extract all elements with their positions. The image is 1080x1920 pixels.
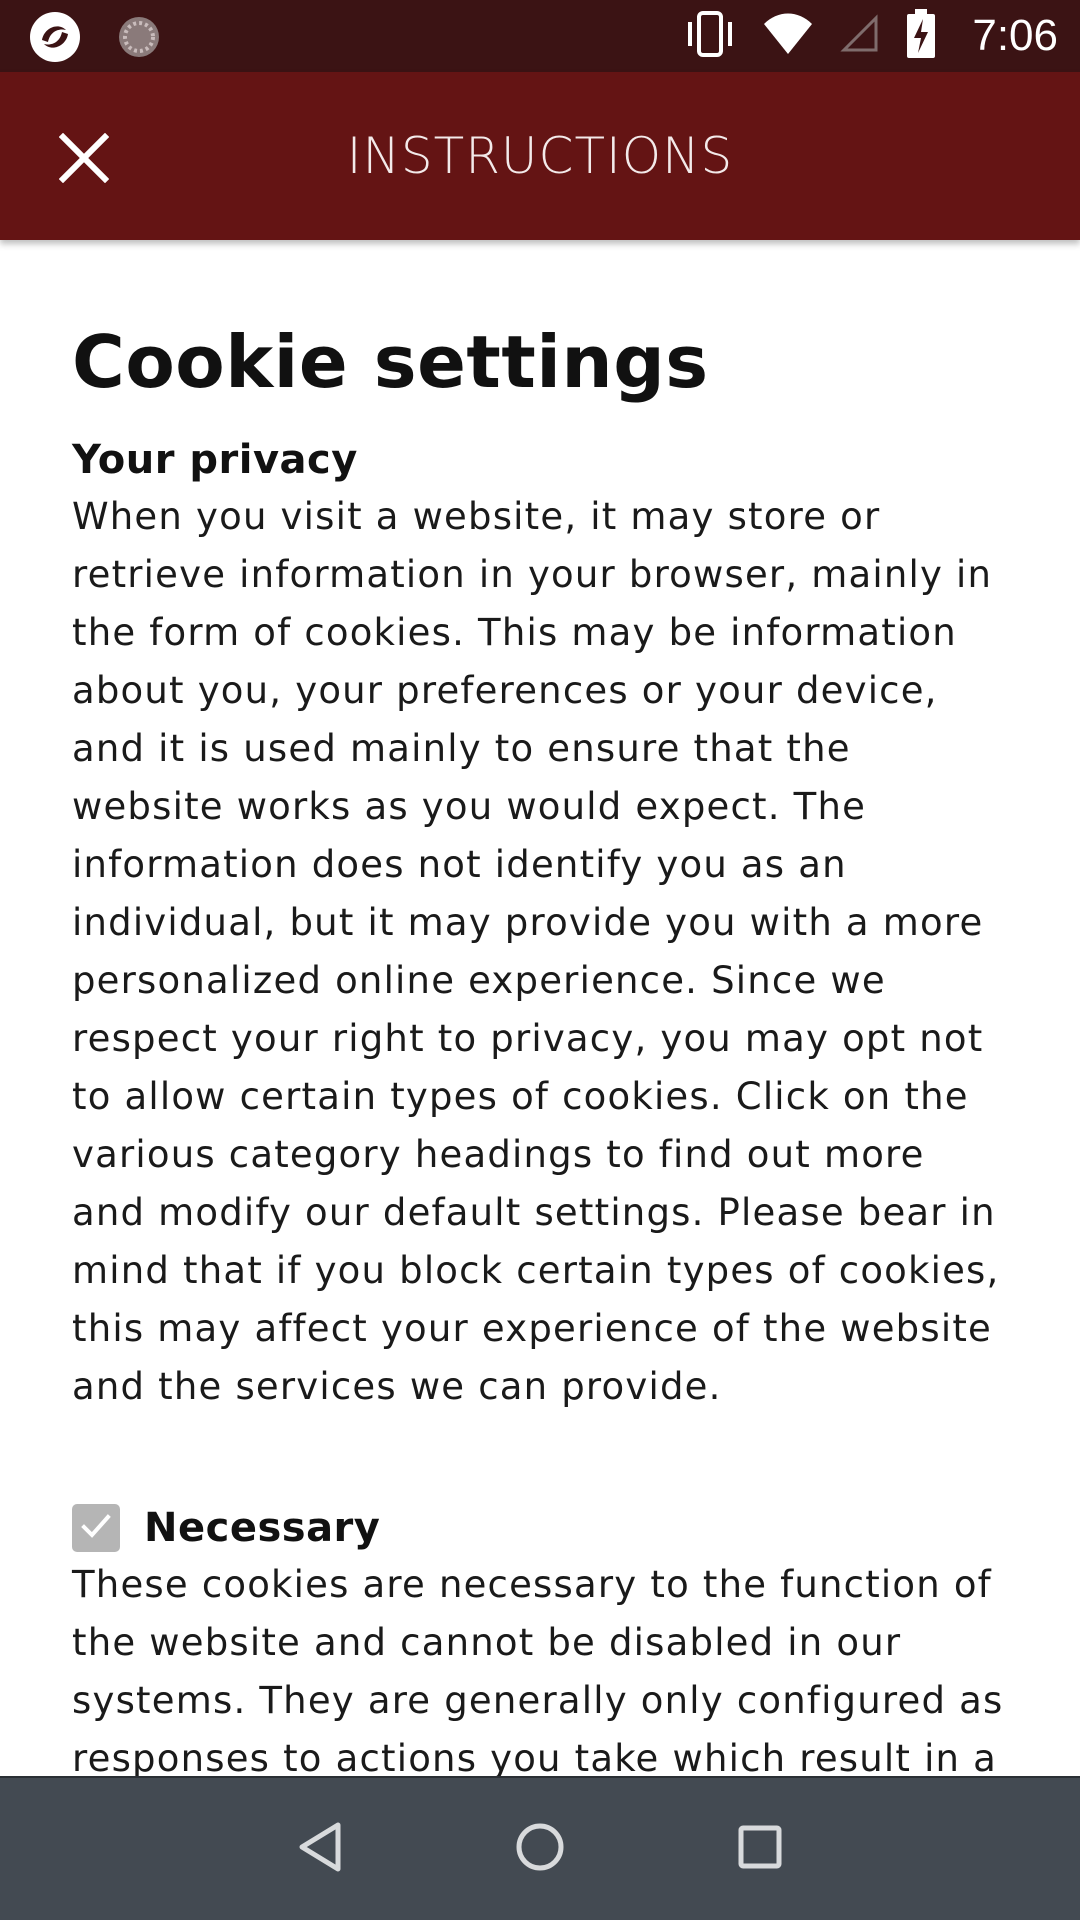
- recents-icon: [736, 1823, 784, 1875]
- app-logo-icon: [28, 10, 82, 68]
- privacy-heading: Your privacy: [72, 437, 358, 483]
- status-bar: 7:06: [0, 0, 1080, 72]
- back-icon: [296, 1821, 344, 1877]
- battery-charging-icon: [906, 9, 936, 63]
- cell-signal-icon: [840, 14, 880, 58]
- status-left-icons: [28, 10, 162, 68]
- navigation-bar: [0, 1776, 1080, 1920]
- cookie-settings-heading: Cookie settings: [72, 320, 709, 404]
- necessary-checkbox[interactable]: [72, 1504, 120, 1552]
- necessary-label[interactable]: Necessary: [144, 1505, 380, 1551]
- status-time: 7:06: [972, 11, 1058, 60]
- checkmark-icon: [79, 1509, 113, 1547]
- cookie-settings-content[interactable]: Cookie settings Your privacy When you vi…: [0, 240, 1080, 1776]
- status-right-icons: 7:06: [684, 0, 1058, 72]
- category-necessary[interactable]: Necessary: [72, 1500, 1008, 1556]
- home-button[interactable]: [495, 1804, 585, 1894]
- privacy-description: When you visit a website, it may store o…: [72, 495, 1000, 1408]
- app-bar: INSTRUCTIONS: [0, 72, 1080, 240]
- home-icon: [514, 1821, 566, 1877]
- wifi-icon: [762, 12, 814, 60]
- recents-button[interactable]: [715, 1804, 805, 1894]
- necessary-description: These cookies are necessary to the funct…: [72, 1563, 1004, 1776]
- vibrate-icon: [684, 10, 736, 62]
- page-title: INSTRUCTIONS: [346, 127, 734, 185]
- back-button[interactable]: [275, 1804, 365, 1894]
- loading-icon: [116, 14, 162, 64]
